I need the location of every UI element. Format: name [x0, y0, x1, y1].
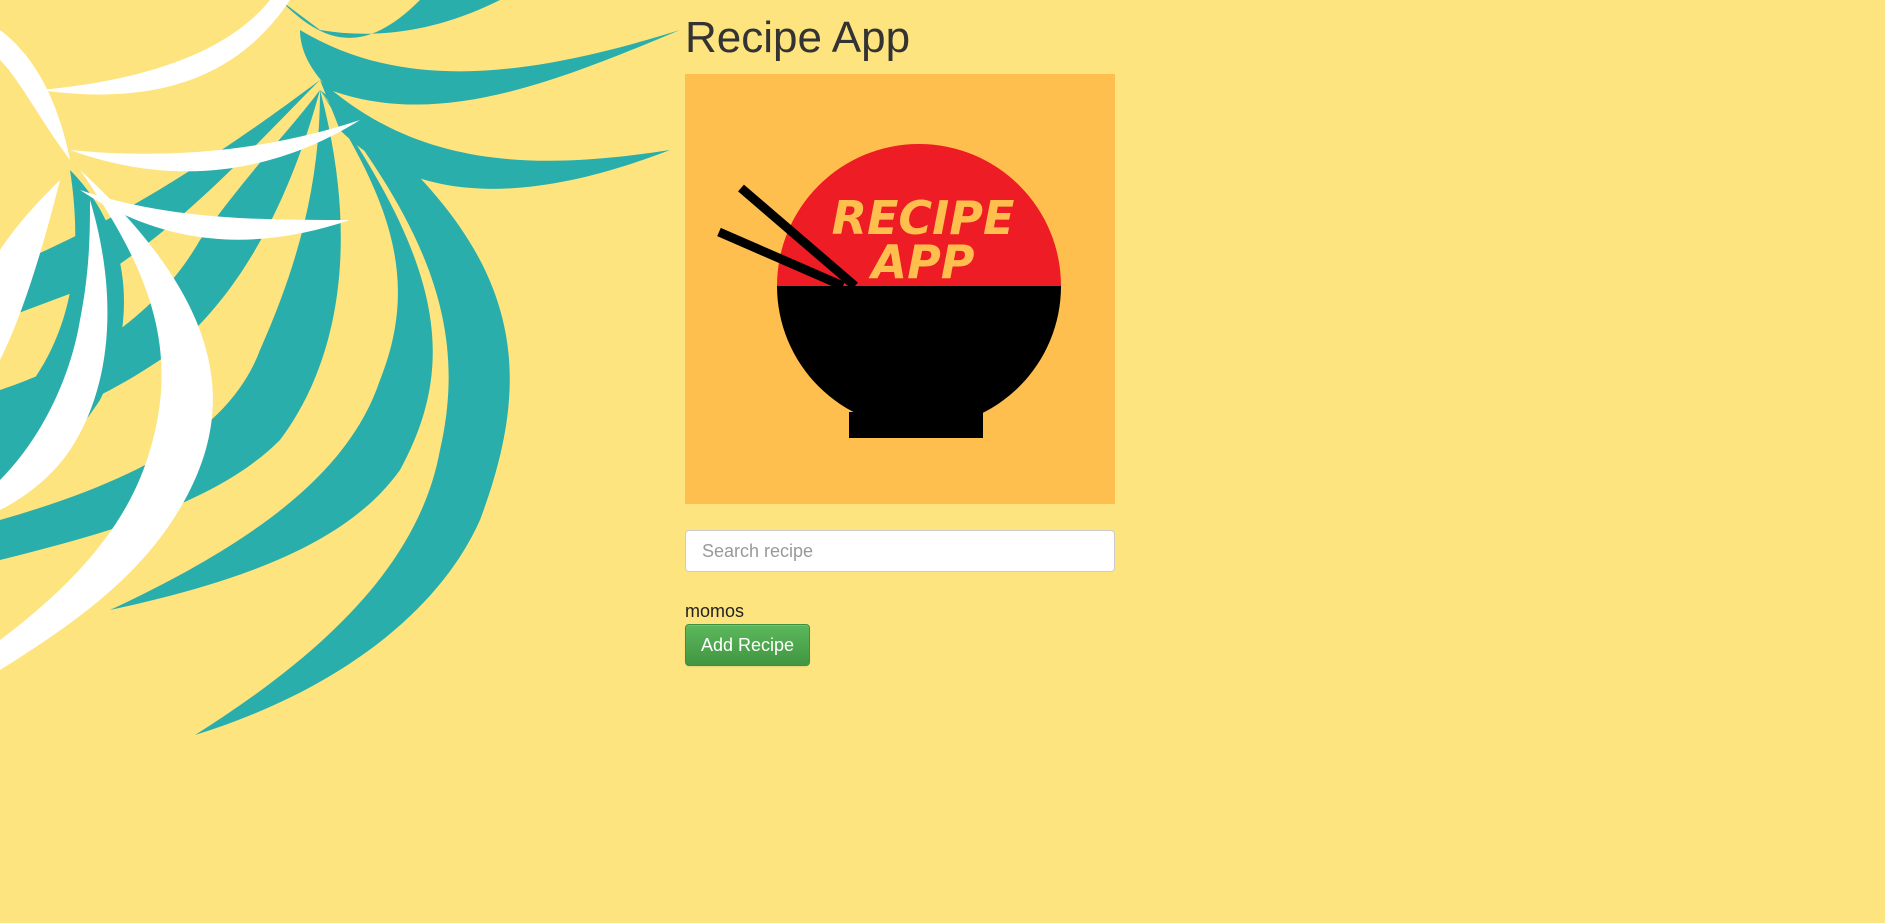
recipe-list: momos — [685, 600, 1115, 622]
page: Recipe App RECIPE APP momos Add Recipe — [0, 0, 1885, 923]
main-content: Recipe App RECIPE APP momos Add Recipe — [685, 0, 1115, 666]
bowl-base — [849, 412, 983, 438]
recipe-item[interactable]: momos — [685, 600, 1115, 622]
leaf-shape — [40, 0, 290, 95]
logo-text-line2: APP — [868, 235, 974, 289]
leaf-shape — [280, 0, 500, 38]
decorative-leaves-background — [0, 0, 680, 735]
page-title: Recipe App — [685, 13, 911, 62]
rice-bowl-chopsticks-icon: RECIPE APP — [685, 74, 1115, 504]
leaf-shape — [0, 30, 70, 160]
leaf-shape — [300, 30, 680, 105]
add-recipe-button[interactable]: Add Recipe — [685, 624, 811, 666]
app-logo: RECIPE APP — [685, 74, 1115, 504]
search-input[interactable] — [685, 530, 1115, 572]
